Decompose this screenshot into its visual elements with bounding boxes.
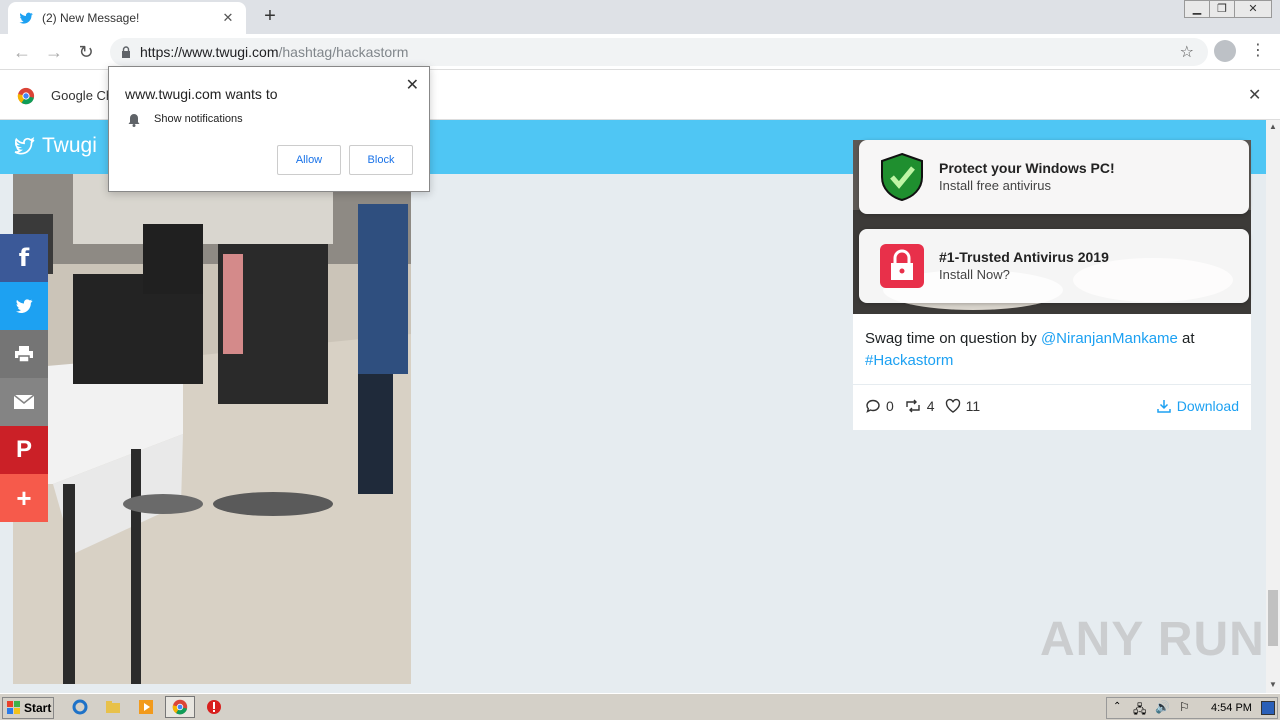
ad-subtitle: Install free antivirus [939,178,1051,193]
tweet-text-prefix: Swag time on question by [865,330,1041,347]
url-text: https://www.twugi.com/hashtag/hackastorm [140,44,408,60]
allow-button[interactable]: Allow [277,145,341,175]
flag-icon[interactable]: ⚐ [1179,700,1190,714]
url-host: https://www.twugi.com [140,44,279,60]
twitter-bird-icon [14,137,35,155]
twitter-bird-icon [19,12,33,24]
tab-strip: (2) New Message! ✕ + ▁ ❐ ✕ [0,0,1280,34]
close-tab-icon[interactable]: ✕ [220,10,236,26]
reload-icon[interactable]: ↻ [74,40,98,64]
back-arrow-icon[interactable]: ← [10,40,34,64]
show-desktop-icon[interactable] [1261,701,1275,715]
profile-avatar-icon[interactable] [1214,40,1236,62]
dialog-close-icon[interactable]: ✕ [406,75,419,95]
download-button[interactable]: Download [1156,398,1239,414]
like-count: 11 [965,398,981,414]
ad-title: Protect your Windows PC! [939,160,1115,176]
address-bar[interactable]: https://www.twugi.com/hashtag/hackastorm… [110,38,1208,66]
tab-title: (2) New Message! [42,11,140,25]
facebook-share-button[interactable]: f [0,234,48,282]
block-button[interactable]: Block [349,145,413,175]
anyrun-watermark: ANY RUN [1040,613,1265,666]
tweet-text: Swag time on question by @NiranjanMankam… [865,328,1239,372]
restore-window-button[interactable]: ❐ [1209,0,1235,18]
office-scene-image [13,174,411,684]
print-share-button[interactable] [0,330,48,378]
url-path: /hashtag/hackastorm [278,44,409,60]
site-brand-name: Twugi [42,134,97,157]
scroll-down-icon[interactable]: ▼ [1269,680,1277,689]
tweet-mention-link[interactable]: @NiranjanMankame [1041,330,1178,347]
chrome-taskbar-button[interactable] [165,696,195,718]
antivirus-ad-toast-2[interactable]: #1-Trusted Antivirus 2019 Install Now? [859,229,1249,303]
ad-subtitle: Install Now? [939,267,1010,282]
windows-taskbar: Start ⌃ 🖧 🔊 ⚐ 4:54 PM [0,693,1280,720]
browser-tab[interactable]: (2) New Message! ✕ [8,2,246,34]
pinterest-share-button[interactable]: P [0,426,48,474]
start-button[interactable]: Start [2,697,54,719]
download-icon [1156,400,1171,413]
info-bar-close-icon[interactable]: ✕ [1248,85,1261,105]
heart-icon [945,398,960,413]
bookmark-star-icon[interactable]: ☆ [1180,42,1194,62]
envelope-icon [13,394,35,409]
windows-logo-icon [7,701,20,714]
tweet-hashtag-link[interactable]: #Hackastorm [865,352,953,369]
reply-stat[interactable]: 0 [865,398,894,414]
minimize-window-button[interactable]: ▁ [1184,0,1210,18]
tweet-stats: 0 4 11 [865,398,990,414]
media-player-icon[interactable] [138,699,154,715]
reply-icon [866,399,880,413]
padlock-icon [880,244,924,288]
site-brand[interactable]: Twugi [12,134,97,158]
antivirus-ad-toast[interactable]: Protect your Windows PC! Install free an… [859,140,1249,214]
permission-label: Show notifications [154,113,243,125]
chrome-logo-icon [17,87,35,105]
twitter-bird-icon [15,299,33,313]
notification-permission-dialog: www.twugi.com wants to ✕ Show notificati… [108,66,430,192]
network-icon[interactable]: 🖧 [1133,700,1146,720]
tweet-text-mid: at [1177,330,1195,347]
email-share-button[interactable] [0,378,48,426]
ad-title: #1-Trusted Antivirus 2019 [939,249,1109,265]
lock-icon [122,46,130,58]
page-scrollbar[interactable]: ▲ ▼ [1266,120,1280,693]
more-share-button[interactable]: + [0,474,48,522]
start-label: Start [24,701,52,715]
info-bar-text: Google Ch [51,88,114,103]
system-tray: ⌃ 🖧 🔊 ⚐ 4:54 PM [1106,697,1278,719]
internet-explorer-icon[interactable] [72,699,88,715]
twitter-share-button[interactable] [0,282,48,330]
folder-icon[interactable] [105,699,121,715]
tray-clock[interactable]: 4:54 PM [1211,702,1252,714]
forward-arrow-icon[interactable]: → [42,40,66,64]
bell-icon [128,114,140,127]
chrome-logo-icon [172,699,188,715]
retweet-icon [906,399,920,413]
plus-icon: + [16,482,32,513]
permission-origin-text: www.twugi.com wants to [125,86,278,102]
printer-icon [15,346,33,363]
retweet-stat[interactable]: 4 [904,398,935,414]
tray-expand-icon[interactable]: ⌃ [1113,701,1121,712]
like-stat[interactable]: 11 [945,398,981,414]
tweet-photo[interactable] [13,174,411,684]
scrollbar-thumb[interactable] [1268,590,1278,646]
download-label: Download [1176,398,1239,414]
facebook-icon: f [18,244,30,272]
new-tab-button[interactable]: + [259,6,281,28]
retweet-count: 4 [926,398,935,414]
chrome-menu-icon[interactable]: ⋮ [1250,40,1266,62]
browser-toolbar: ← → ↻ https://www.twugi.com/hashtag/hack… [0,34,1280,70]
scroll-up-icon[interactable]: ▲ [1269,122,1277,131]
reply-count: 0 [886,398,894,414]
stop-icon[interactable] [206,699,222,715]
shield-check-icon [881,152,923,202]
close-window-button[interactable]: ✕ [1234,0,1272,18]
volume-icon[interactable]: 🔊 [1155,700,1170,714]
card-divider [853,384,1251,385]
pinterest-icon: P [15,436,32,463]
